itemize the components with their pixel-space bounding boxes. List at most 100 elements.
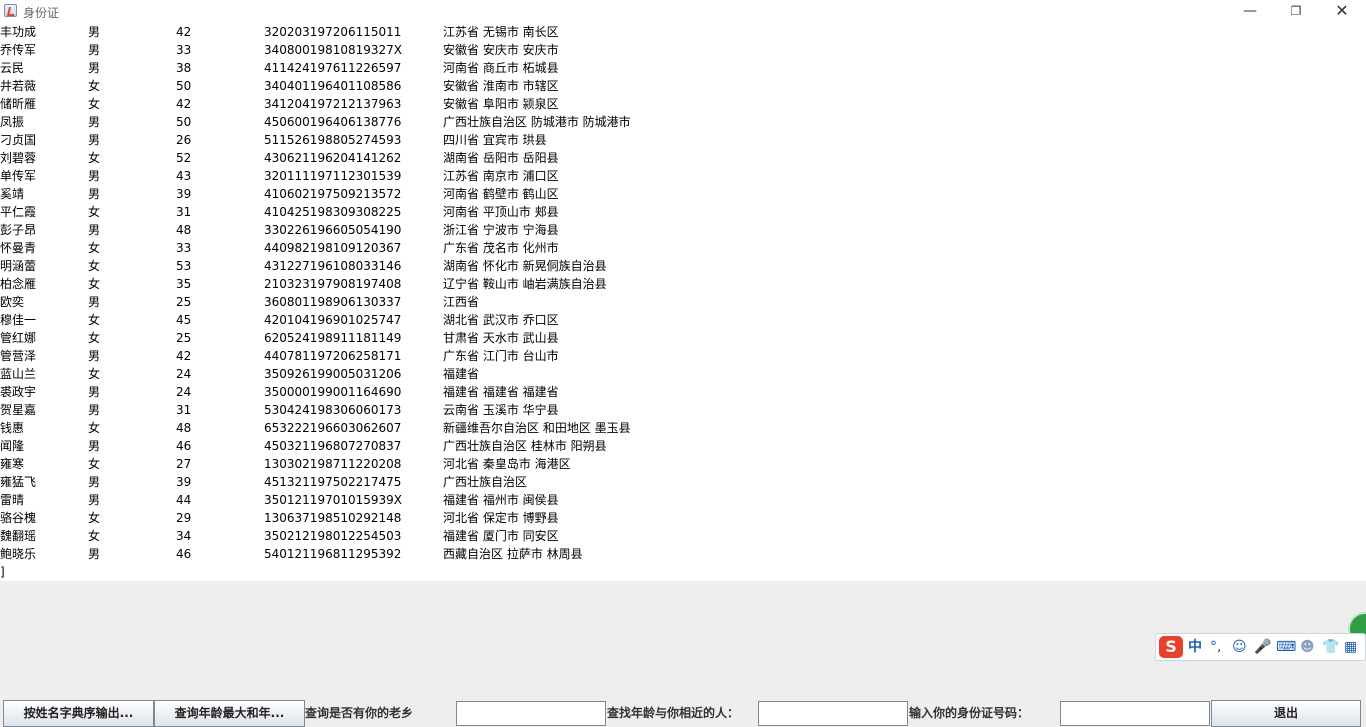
record-id: 440781197206258171 bbox=[264, 349, 402, 363]
microphone-icon[interactable]: 🎤 bbox=[1254, 638, 1271, 656]
table-row: 穆佳一 女 45 420104196901025747 湖北省 武汉市 乔口区 bbox=[0, 311, 700, 329]
record-age: 42 bbox=[176, 97, 192, 111]
id-number-input[interactable] bbox=[1060, 701, 1210, 726]
record-sex: 女 bbox=[88, 457, 101, 471]
record-name: 蓝山兰 bbox=[0, 367, 37, 381]
record-id: 411424197611226597 bbox=[264, 61, 402, 75]
similar-age-input[interactable] bbox=[758, 701, 908, 726]
record-sex: 男 bbox=[88, 349, 101, 363]
record-sex: 男 bbox=[88, 187, 101, 201]
record-addr: 江西省 bbox=[443, 295, 480, 309]
java-app-icon bbox=[4, 4, 17, 17]
record-id: 350212198012254503 bbox=[264, 529, 402, 543]
record-addr: 河南省 鹤壁市 鹤山区 bbox=[443, 187, 559, 201]
table-row: 管营泽 男 42 440781197206258171 广东省 江门市 台山市 bbox=[0, 347, 700, 365]
close-button[interactable]: ✕ bbox=[1319, 0, 1365, 22]
record-sex: 男 bbox=[88, 403, 101, 417]
user-icon[interactable]: ☻ bbox=[1300, 638, 1315, 656]
record-name: 云民 bbox=[0, 61, 25, 75]
minimize-button[interactable]: — bbox=[1227, 0, 1273, 22]
record-sex: 女 bbox=[88, 241, 101, 255]
record-age: 24 bbox=[176, 385, 192, 399]
record-addr: 安徽省 淮南市 市辖区 bbox=[443, 79, 559, 93]
record-addr: 福建省 bbox=[443, 367, 480, 381]
record-addr: 辽宁省 鞍山市 岫岩满族自治县 bbox=[443, 277, 607, 291]
query-max-age-button[interactable]: 查询年龄最大和年... bbox=[154, 700, 305, 727]
record-sex: 男 bbox=[88, 385, 101, 399]
bottom-toolbar: 按姓名字典序输出... 查询年龄最大和年... 查询是否有你的老乡 查找年龄与你… bbox=[0, 700, 1366, 727]
sort-by-name-button[interactable]: 按姓名字典序输出... bbox=[3, 700, 154, 727]
record-addr: 福建省 厦门市 同安区 bbox=[443, 529, 559, 543]
record-addr: 福建省 福建省 福建省 bbox=[443, 385, 559, 399]
record-id: 530424198306060173 bbox=[264, 403, 402, 417]
table-row: 丰功成 男 42 320203197206115011 江苏省 无锡市 南长区 bbox=[0, 23, 700, 41]
record-id: 450600196406138776 bbox=[264, 115, 402, 129]
table-row: 雍猛飞 男 39 451321197502217475 广西壮族自治区 bbox=[0, 473, 700, 491]
record-name: 雍猛飞 bbox=[0, 475, 37, 489]
record-id: 330226196605054190 bbox=[264, 223, 402, 237]
ime-mode-toggle[interactable]: 中 bbox=[1188, 638, 1202, 656]
record-addr: 浙江省 宁波市 宁海县 bbox=[443, 223, 559, 237]
shirt-icon[interactable]: 👕 bbox=[1322, 638, 1339, 656]
record-age: 31 bbox=[176, 403, 192, 417]
record-addr: 湖南省 怀化市 新晃侗族自治县 bbox=[443, 259, 607, 273]
record-sex: 男 bbox=[88, 133, 101, 147]
record-id: 35012119701015939X bbox=[264, 493, 403, 507]
record-sex: 女 bbox=[88, 277, 101, 291]
record-sex: 男 bbox=[88, 169, 101, 183]
record-name: 刁贞国 bbox=[0, 133, 37, 147]
ime-toolbar: S 中 °, ☺ 🎤 ⌨ ☻ 👕 ▦ bbox=[1155, 633, 1366, 661]
ime-punctuation-toggle[interactable]: °, bbox=[1210, 638, 1221, 656]
table-row: 钱惠 女 48 653222196603062607 新疆维吾尔自治区 和田地区 墨玉县 bbox=[0, 419, 700, 437]
exit-button[interactable]: 退出 bbox=[1211, 700, 1361, 727]
id-number-label: 输入你的身份证号码： bbox=[909, 706, 1030, 720]
record-id: 34080019810819327X bbox=[264, 43, 403, 57]
record-id: 511526198805274593 bbox=[264, 133, 402, 147]
record-name: 乔传军 bbox=[0, 43, 37, 57]
hometown-label: 查询是否有你的老乡 bbox=[305, 706, 414, 720]
record-name: 明涵蕾 bbox=[0, 259, 37, 273]
hometown-input[interactable] bbox=[456, 701, 606, 726]
record-id: 320111197112301539 bbox=[264, 169, 402, 183]
table-row: 云民 男 38 411424197611226597 河南省 商丘市 柘城县 bbox=[0, 59, 700, 77]
record-name: 平仁霞 bbox=[0, 205, 37, 219]
smile-icon[interactable]: ☺ bbox=[1232, 638, 1247, 656]
record-addr: 四川省 宜宾市 珙县 bbox=[443, 133, 547, 147]
grid-icon[interactable]: ▦ bbox=[1344, 638, 1357, 656]
record-addr: 河北省 保定市 博野县 bbox=[443, 511, 559, 525]
output-text-area[interactable]: 丰功成男 42 320203197206115011 江苏省 无锡市 南长区乔传军男 3… bbox=[0, 22, 1366, 581]
table-row: 雍寒 女 27 130302198711220208 河北省 秦皇岛市 海港区 bbox=[0, 455, 700, 473]
record-name: 贺星嘉 bbox=[0, 403, 37, 417]
table-row: 柏念雁 女 35 210323197908197408 辽宁省 鞍山市 岫岩满族自治县 bbox=[0, 275, 700, 293]
table-row: 单传军 男 43 320111197112301539 江苏省 南京市 浦口区 bbox=[0, 167, 700, 185]
record-sex: 女 bbox=[88, 151, 101, 165]
record-addr: 河北省 秦皇岛市 海港区 bbox=[443, 457, 571, 471]
maximize-button[interactable]: ❐ bbox=[1273, 0, 1319, 22]
table-row: 刁贞国 男 26 511526198805274593 四川省 宜宾市 珙县 bbox=[0, 131, 700, 149]
record-age: 24 bbox=[176, 367, 192, 381]
record-age: 25 bbox=[176, 295, 192, 309]
record-age: 39 bbox=[176, 187, 192, 201]
record-id: 420104196901025747 bbox=[264, 313, 402, 327]
record-age: 42 bbox=[176, 349, 192, 363]
table-row: 蓝山兰 女 24 350926199005031206 福建省 bbox=[0, 365, 700, 383]
record-sex: 女 bbox=[88, 97, 101, 111]
record-sex: 男 bbox=[88, 475, 101, 489]
record-sex: 女 bbox=[88, 367, 101, 381]
record-name: 管红娜 bbox=[0, 331, 37, 345]
table-row: 雷晴 男 44 35012119701015939X 福建省 福州市 闽侯县 bbox=[0, 491, 700, 509]
table-row: 魏翻瑶 女 34 350212198012254503 福建省 厦门市 同安区 bbox=[0, 527, 700, 545]
record-name: 丰功成 bbox=[0, 25, 37, 39]
keyboard-icon[interactable]: ⌨ bbox=[1276, 638, 1296, 656]
record-sex: 女 bbox=[88, 331, 101, 345]
record-id: 653222196603062607 bbox=[264, 421, 402, 435]
record-name: 骆谷槐 bbox=[0, 511, 37, 525]
sogou-logo-icon[interactable]: S bbox=[1159, 636, 1183, 658]
record-id: 430621196204141262 bbox=[264, 151, 402, 165]
record-addr: 江苏省 南京市 浦口区 bbox=[443, 169, 559, 183]
record-sex: 男 bbox=[88, 439, 101, 453]
table-row: 平仁霞 女 31 410425198309308225 河南省 平顶山市 郏县 bbox=[0, 203, 700, 221]
record-name: 储昕雁 bbox=[0, 97, 37, 111]
record-age: 43 bbox=[176, 169, 192, 183]
window-title: 身份证 bbox=[23, 6, 60, 20]
